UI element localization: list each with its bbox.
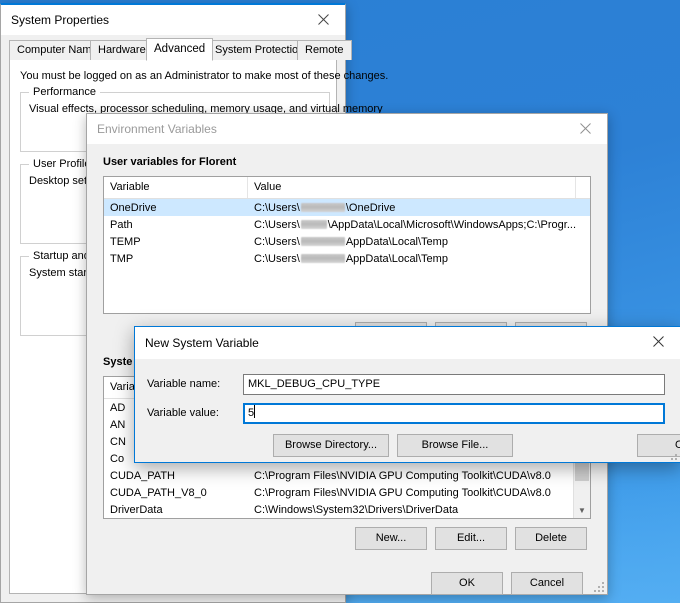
- browse-directory-button[interactable]: Browse Directory...: [273, 434, 389, 457]
- system-variables-label: Syste: [103, 356, 132, 368]
- table-row[interactable]: CUDA_PATH C:\Program Files\NVIDIA GPU Co…: [104, 467, 590, 484]
- column-header-value[interactable]: Value: [248, 177, 576, 198]
- text-cursor: [254, 405, 255, 418]
- table-row[interactable]: Path C:\Users\ \AppData\Local\Microsoft\W…: [104, 216, 590, 233]
- system-edit-button[interactable]: Edit...: [435, 527, 507, 550]
- browse-file-button[interactable]: Browse File...: [397, 434, 513, 457]
- user-variables-label: User variables for Florent: [103, 156, 236, 168]
- cell-variable-name: TEMP: [104, 236, 248, 248]
- user-variables-rows: OneDrive C:\Users\ \OneDrive Path C:\User…: [104, 199, 590, 267]
- cell-variable-name: OneDrive: [104, 202, 248, 214]
- value-suffix: AppData\Local\Temp: [346, 236, 448, 248]
- environment-variables-title: Environment Variables: [87, 122, 217, 136]
- system-new-button[interactable]: New...: [355, 527, 427, 550]
- table-row[interactable]: TMP C:\Users\ AppData\Local\Temp: [104, 250, 590, 267]
- cell-variable-value: C:\Users\ \OneDrive: [248, 202, 576, 214]
- variable-value-label: Variable value:: [147, 403, 219, 424]
- value-suffix: \AppData\Local\Microsoft\WindowsApps;C:\…: [328, 219, 576, 231]
- cell-variable-name: DriverData: [104, 504, 248, 516]
- column-header-variable[interactable]: Variable: [104, 177, 248, 198]
- user-variables-header: Variable Value: [104, 177, 590, 199]
- close-icon[interactable]: [301, 5, 345, 34]
- env-ok-button[interactable]: OK: [431, 572, 503, 595]
- variable-name-label: Variable name:: [147, 374, 220, 395]
- env-cancel-button[interactable]: Cancel: [511, 572, 583, 595]
- value-prefix: C:\Users\: [254, 236, 300, 248]
- cell-variable-value: C:\Users\ AppData\Local\Temp: [248, 253, 576, 265]
- variable-value-input[interactable]: 5: [243, 403, 665, 424]
- environment-variables-titlebar: Environment Variables: [87, 114, 607, 144]
- system-properties-tabs: Computer Name Hardware Advanced System P…: [9, 38, 337, 61]
- resize-grip[interactable]: [666, 449, 678, 461]
- tab-hardware[interactable]: Hardware: [90, 40, 154, 60]
- new-system-variable-window: New System Variable Variable name: MKL_D…: [134, 326, 680, 463]
- table-row[interactable]: OneDrive C:\Users\ \OneDrive: [104, 199, 590, 216]
- close-icon[interactable]: [563, 114, 607, 143]
- cell-variable-name: TMP: [104, 253, 248, 265]
- value-suffix: AppData\Local\Temp: [346, 253, 448, 265]
- value-prefix: C:\Users\: [254, 253, 300, 265]
- table-row[interactable]: DriverData C:\Windows\System32\Drivers\D…: [104, 501, 590, 518]
- cell-variable-value: C:\Program Files\NVIDIA GPU Computing To…: [248, 470, 560, 482]
- redacted-username: [301, 220, 327, 229]
- table-row[interactable]: CUDA_PATH_V8_0 C:\Program Files\NVIDIA G…: [104, 484, 590, 501]
- cell-variable-name: CUDA_PATH: [104, 470, 248, 482]
- administrator-note: You must be logged on as an Administrato…: [20, 70, 388, 82]
- variable-name-value: MKL_DEBUG_CPU_TYPE: [248, 378, 380, 390]
- system-delete-button[interactable]: Delete: [515, 527, 587, 550]
- chevron-down-icon[interactable]: ▼: [574, 502, 590, 518]
- cell-variable-name: Path: [104, 219, 248, 231]
- value-prefix: C:\Users\: [254, 219, 300, 231]
- user-variables-list[interactable]: Variable Value OneDrive C:\Users\ \OneDri…: [103, 176, 591, 314]
- redacted-username: [301, 203, 345, 212]
- tab-advanced[interactable]: Advanced: [146, 38, 213, 61]
- group-performance-legend: Performance: [29, 86, 100, 98]
- redacted-username: [301, 237, 345, 246]
- cell-variable-value: C:\Program Files\NVIDIA GPU Computing To…: [248, 487, 560, 499]
- system-properties-title: System Properties: [1, 13, 109, 27]
- resize-grip[interactable]: [593, 581, 605, 593]
- cell-variable-name: CUDA_PATH_V8_0: [104, 487, 248, 499]
- cell-variable-value: C:\Users\ \AppData\Local\Microsoft\Window…: [248, 219, 576, 231]
- value-prefix: C:\Users\: [254, 202, 300, 214]
- redacted-username: [301, 254, 345, 263]
- close-icon[interactable]: [636, 327, 680, 356]
- cell-variable-value: C:\Windows\System32\Drivers\DriverData: [248, 504, 560, 516]
- table-row[interactable]: TEMP C:\Users\ AppData\Local\Temp: [104, 233, 590, 250]
- new-system-variable-titlebar: New System Variable: [135, 327, 680, 359]
- new-system-variable-title: New System Variable: [135, 336, 259, 350]
- value-suffix: \OneDrive: [346, 202, 396, 214]
- variable-name-input[interactable]: MKL_DEBUG_CPU_TYPE: [243, 374, 665, 395]
- cell-variable-value: C:\Users\ AppData\Local\Temp: [248, 236, 576, 248]
- tab-remote[interactable]: Remote: [297, 40, 352, 60]
- system-properties-titlebar: System Properties: [1, 5, 345, 35]
